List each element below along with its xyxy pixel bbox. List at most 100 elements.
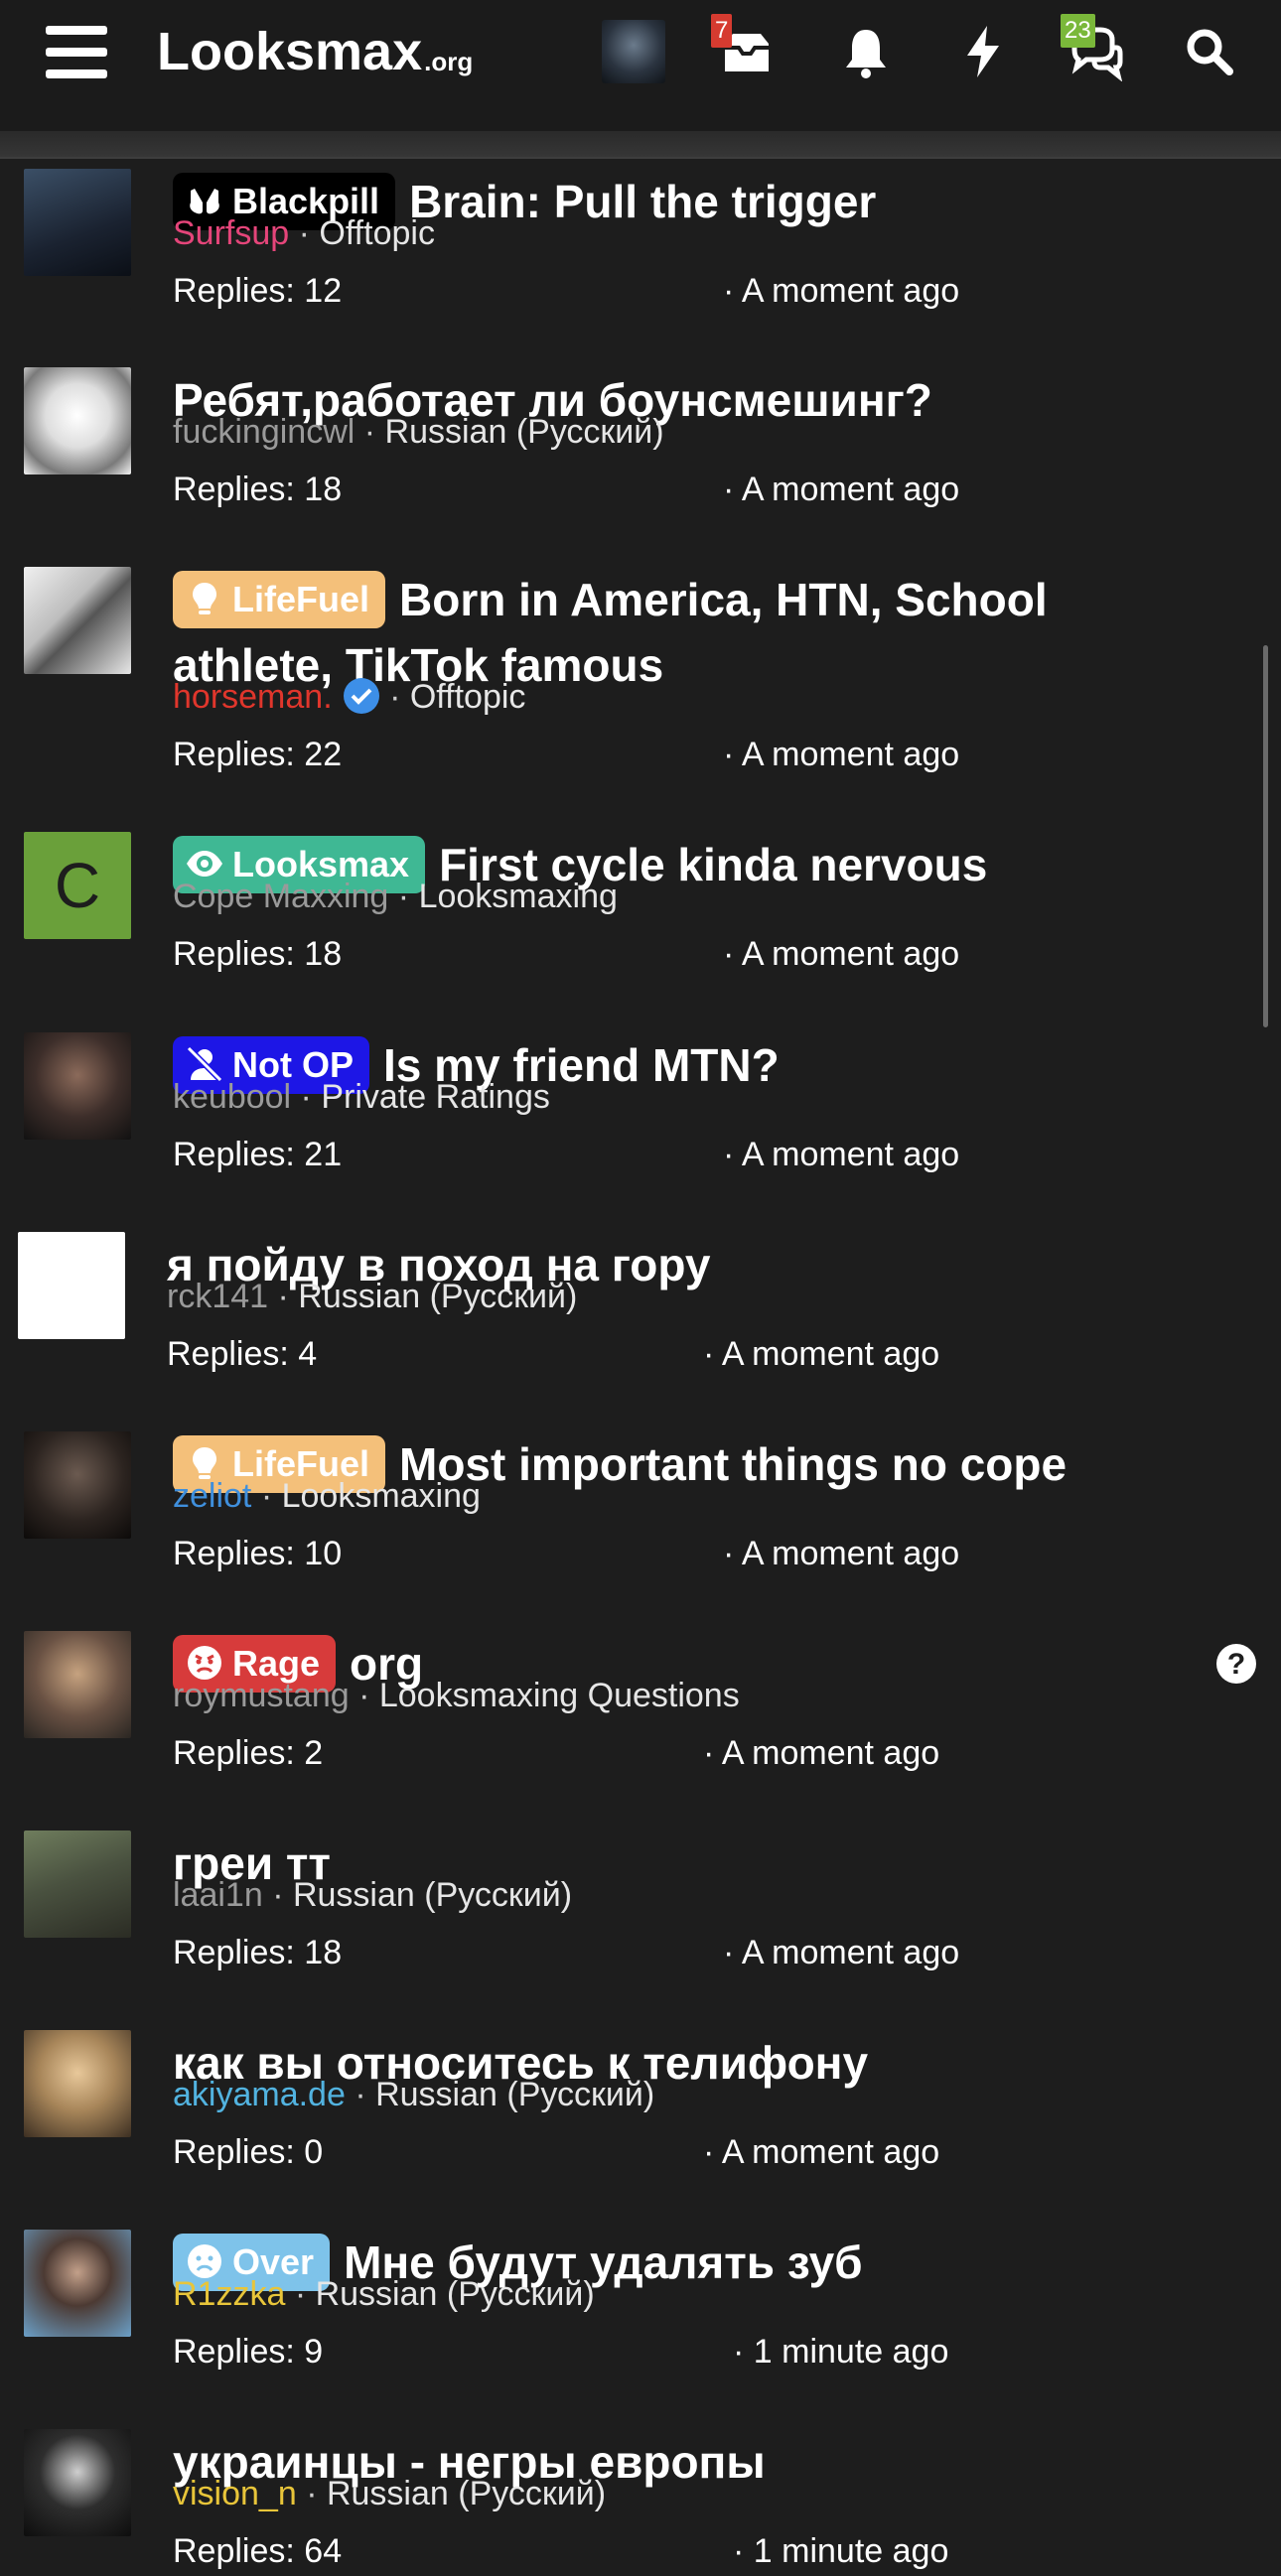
menu-icon[interactable] <box>46 26 107 78</box>
user-avatar[interactable] <box>24 2230 131 2337</box>
user-avatar[interactable] <box>18 1232 125 1339</box>
user-avatar[interactable] <box>24 567 131 674</box>
avatar-letter: C <box>54 850 101 921</box>
thread-last-post-time[interactable]: · A moment ago <box>723 467 959 512</box>
thread-last-post-time[interactable]: · A moment ago <box>703 2129 939 2175</box>
thread-author[interactable]: rck141 <box>167 1278 268 1315</box>
search-icon[interactable] <box>1180 22 1239 81</box>
profile-avatar[interactable] <box>602 20 665 83</box>
user-avatar[interactable] <box>24 367 131 475</box>
thread-forum[interactable]: Looksmaxing <box>282 1477 481 1515</box>
navbar-divider <box>0 131 1281 159</box>
thread-replies: Replies: 64 <box>173 2532 343 2570</box>
thread-author[interactable]: zeliot <box>173 1477 251 1515</box>
thread-meta: rck141 · Russian (Русский) <box>167 1274 577 1319</box>
verified-icon <box>343 678 379 714</box>
thread-last-post-time[interactable]: · A moment ago <box>723 732 959 777</box>
thread-forum[interactable]: Russian (Русский) <box>298 1278 577 1315</box>
thread-forum[interactable]: Offtopic <box>319 214 435 252</box>
bolt-icon[interactable] <box>953 22 1013 81</box>
thread-meta: keubool · Private Ratings <box>173 1074 550 1120</box>
thread-forum[interactable]: Russian (Русский) <box>375 2076 654 2113</box>
user-avatar[interactable]: C <box>24 832 131 939</box>
thread-meta: akiyama.de · Russian (Русский) <box>173 2072 654 2117</box>
thread-last-post-time[interactable]: · A moment ago <box>723 1132 959 1177</box>
user-avatar[interactable] <box>24 1830 131 1938</box>
meta-separator: · <box>251 1477 282 1515</box>
thread-last-post-time[interactable]: · A moment ago <box>723 931 959 977</box>
thread-last-post-time[interactable]: · 1 minute ago <box>733 2329 948 2374</box>
svg-text:?: ? <box>1227 1648 1245 1681</box>
thread-author[interactable]: akiyama.de <box>173 2076 346 2113</box>
meta-separator: · <box>388 878 419 915</box>
thread-author[interactable]: vision_n <box>173 2475 297 2512</box>
thread-replies: Replies: 21 <box>173 1136 343 1173</box>
thread-meta: R1zzka · Russian (Русский) <box>173 2271 595 2317</box>
thread-forum[interactable]: Russian (Русский) <box>385 413 664 451</box>
thread-replies: Replies: 2 <box>173 1734 324 1772</box>
thread-meta: zeliot · Looksmaxing <box>173 1473 481 1519</box>
thread-meta: Surfsup · Offtopic <box>173 210 435 256</box>
thread-meta: horseman. · Offtopic <box>173 674 525 720</box>
logo-text: Looksmax <box>157 22 423 81</box>
thread-meta: roymustang · Looksmaxing Questions <box>173 1673 740 1718</box>
meta-separator: · <box>285 2275 316 2313</box>
logo-suffix: .org <box>424 47 474 76</box>
thread-meta: vision_n · Russian (Русский) <box>173 2471 606 2516</box>
help-icon[interactable]: ? <box>1215 1643 1257 1685</box>
meta-separator: · <box>355 413 385 451</box>
thread-last-post-time[interactable]: · A moment ago <box>703 1730 939 1776</box>
thread-forum[interactable]: Looksmaxing Questions <box>379 1677 740 1714</box>
thread-meta: Cope Maxxing · Looksmaxing <box>173 874 618 919</box>
thread-author[interactable]: laai1n <box>173 1876 263 1914</box>
thread-replies: Replies: 18 <box>173 935 343 973</box>
user-avatar[interactable] <box>24 2429 131 2536</box>
thread-prefix-label[interactable]: LifeFuel <box>173 571 386 628</box>
thread-author[interactable]: Surfsup <box>173 214 289 252</box>
thread-author[interactable]: Cope Maxxing <box>173 878 388 915</box>
meta-separator: · <box>345 2076 376 2113</box>
thread-last-post-time[interactable]: · A moment ago <box>703 1331 939 1377</box>
thread-forum[interactable]: Russian (Русский) <box>327 2475 606 2512</box>
meta-separator: · <box>268 1278 299 1315</box>
thread-replies: Replies: 10 <box>173 1535 343 1572</box>
user-avatar[interactable] <box>24 2030 131 2137</box>
bell-icon[interactable] <box>836 22 896 81</box>
thread-replies: Replies: 12 <box>173 272 343 310</box>
thread-author[interactable]: roymustang <box>173 1677 350 1714</box>
user-avatar[interactable] <box>24 169 131 276</box>
thread-replies: Replies: 18 <box>173 471 343 508</box>
meta-separator: · <box>379 678 410 716</box>
thread-last-post-time[interactable]: · 1 minute ago <box>733 2528 948 2574</box>
thread-forum[interactable]: Looksmaxing <box>419 878 618 915</box>
user-avatar[interactable] <box>24 1631 131 1738</box>
inbox-badge: 7 <box>711 14 733 48</box>
thread-forum[interactable]: Offtopic <box>410 678 526 716</box>
meta-separator: · <box>291 1078 322 1116</box>
thread-title[interactable]: Most important things no cope <box>399 1438 1067 1490</box>
thread-replies: Replies: 22 <box>173 736 343 773</box>
user-avatar[interactable] <box>24 1032 131 1140</box>
thread-last-post-time[interactable]: · A moment ago <box>723 268 959 314</box>
site-logo[interactable]: Looksmax .org <box>157 22 473 81</box>
thread-replies: Replies: 18 <box>173 1934 343 1971</box>
thread-meta: fuckingincwl · Russian (Русский) <box>173 409 664 455</box>
thread-author[interactable]: keubool <box>173 1078 291 1116</box>
thread-author[interactable]: R1zzka <box>173 2275 285 2313</box>
thread-author[interactable]: fuckingincwl <box>173 413 355 451</box>
thread-forum[interactable]: Private Ratings <box>321 1078 550 1116</box>
thread-last-post-time[interactable]: · A moment ago <box>723 1531 959 1576</box>
scrollbar[interactable] <box>1263 645 1268 1027</box>
thread-forum[interactable]: Russian (Русский) <box>293 1876 572 1914</box>
user-avatar[interactable] <box>24 1431 131 1539</box>
thread-meta: laai1n · Russian (Русский) <box>173 1872 572 1918</box>
thread-replies: Replies: 0 <box>173 2133 324 2171</box>
thread-author[interactable]: horseman. <box>173 678 333 716</box>
chat-badge: 23 <box>1061 14 1095 48</box>
meta-separator: · <box>289 214 320 252</box>
meta-separator: · <box>296 2475 327 2512</box>
thread-title[interactable]: Brain: Pull the trigger <box>409 176 876 227</box>
thread-forum[interactable]: Russian (Русский) <box>316 2275 595 2313</box>
thread-last-post-time[interactable]: · A moment ago <box>723 1930 959 1975</box>
prefix-text: LifeFuel <box>232 579 370 619</box>
